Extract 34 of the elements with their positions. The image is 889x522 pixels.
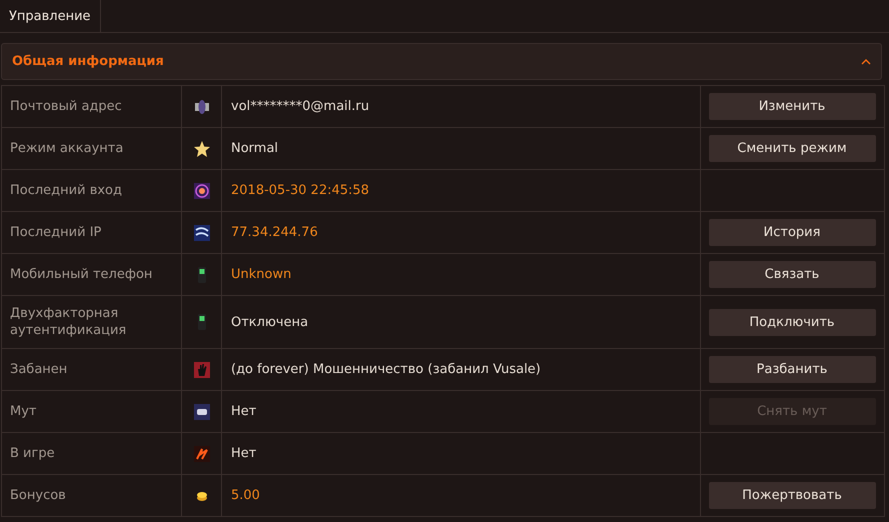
row-label: Бонусов: [9, 487, 66, 504]
section-header[interactable]: Общая информация: [1, 43, 882, 80]
row-label: Почтовый адрес: [9, 98, 122, 115]
star-icon: [192, 140, 210, 158]
row-label: Режим аккаунта: [9, 140, 124, 157]
action-button[interactable]: Связать: [708, 261, 876, 288]
row-label: Последний вход: [9, 182, 122, 199]
row-label: В игре: [9, 445, 55, 462]
action-button[interactable]: Разбанить: [708, 356, 876, 383]
row-value: vol********0@mail.ru: [230, 99, 370, 114]
slash-icon: [192, 444, 210, 462]
row-value: Отключена: [230, 314, 308, 330]
orb-icon: [192, 182, 210, 200]
row-value: Unknown: [230, 267, 292, 282]
action-button[interactable]: Пожертвовать: [708, 482, 876, 509]
chevron-icon: [861, 58, 871, 64]
row-value: 77.34.244.76: [230, 225, 318, 240]
action-button[interactable]: Изменить: [708, 93, 876, 120]
hand-icon: [192, 360, 210, 378]
row-value: Normal: [230, 141, 278, 156]
row-value: 5.00: [230, 488, 260, 503]
row-label: Последний IP: [9, 224, 102, 241]
row-label: Мобильный телефон: [9, 266, 152, 283]
row-value: 2018-05-30 22:45:58: [230, 183, 370, 198]
action-button[interactable]: Подключить: [708, 308, 876, 336]
row-value: Нет: [230, 404, 256, 419]
action-button[interactable]: Сменить режим: [708, 135, 876, 162]
row-value: Нет: [230, 446, 256, 461]
row-label: Забанен: [9, 361, 68, 378]
row-label: Мут: [9, 403, 36, 420]
swirl-icon: [192, 224, 210, 242]
row-value: (до forever) Мошенничество (забанил Vusale): [230, 362, 541, 377]
action-button[interactable]: История: [708, 219, 876, 246]
row-label: Двухфакторная аутентификация: [9, 305, 128, 339]
